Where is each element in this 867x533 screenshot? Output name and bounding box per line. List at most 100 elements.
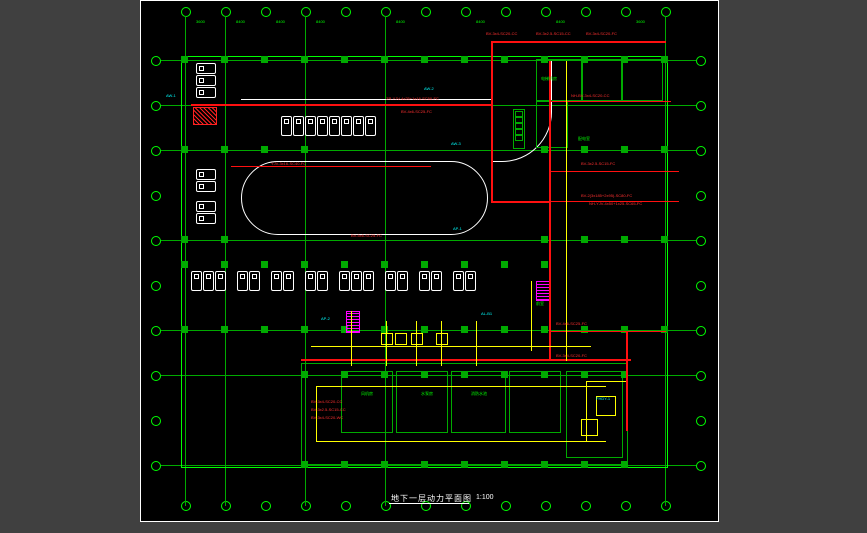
parking-stall — [419, 271, 430, 291]
column — [421, 261, 428, 268]
column — [661, 146, 668, 153]
grid-bubble — [696, 326, 706, 336]
electrical-panel — [193, 107, 217, 125]
grid-bubble — [501, 501, 511, 511]
parking-stall — [196, 201, 216, 212]
circuit-tag: BV-3x4-SC20-FC — [586, 31, 617, 36]
grid-bubble — [421, 7, 431, 17]
grid-bubble — [341, 7, 351, 17]
cad-drawing-frame[interactable]: BV-3x4-SC20-CC BV-3x2.5-SC15-CC BV-3x4-S… — [140, 0, 719, 522]
room — [536, 101, 568, 148]
grid-bubble — [661, 7, 671, 17]
column — [381, 261, 388, 268]
column — [581, 146, 588, 153]
panel-tag: AW-2 — [424, 86, 434, 91]
grid-bubble — [151, 416, 161, 426]
power-circuit — [549, 61, 551, 361]
parking-stall — [351, 271, 362, 291]
column — [541, 236, 548, 243]
grid-bubble — [151, 371, 161, 381]
column — [181, 326, 188, 333]
drive-edge — [241, 59, 491, 100]
column — [221, 236, 228, 243]
low-voltage-circuit — [476, 321, 477, 366]
circuit-tag: BV-3x4-SC20-FC — [556, 353, 587, 358]
column — [261, 326, 268, 333]
grid-bubble — [151, 236, 161, 246]
column — [621, 236, 628, 243]
grid-bubble — [621, 7, 631, 17]
column — [461, 261, 468, 268]
circuit-tag: BV-3x4-SC20-CC — [486, 31, 517, 36]
grid-bubble — [261, 7, 271, 17]
column — [221, 326, 228, 333]
room-label: 电梯机房 — [541, 76, 557, 82]
dimension: 8400 — [236, 19, 245, 24]
parking-stall — [329, 116, 340, 136]
grid-bubble — [461, 7, 471, 17]
room — [396, 371, 448, 433]
equipment-box — [381, 333, 393, 345]
grid-bubble — [541, 501, 551, 511]
power-circuit — [191, 104, 491, 106]
grid-bubble — [181, 501, 191, 511]
column — [661, 236, 668, 243]
power-circuit — [491, 41, 493, 201]
low-voltage-circuit — [316, 386, 317, 441]
column — [541, 326, 548, 333]
equipment-box — [436, 333, 448, 345]
circuit-tag: BV-5x6-SC25-FC — [351, 233, 382, 238]
grid-bubble — [501, 7, 511, 17]
grid-bubble — [151, 146, 161, 156]
equipment-box — [411, 333, 423, 345]
circuit-tag: BV-3x2.5-SC15-FC — [581, 161, 615, 166]
circuit-tag: BV-2(3x185+2x95)-SC80-FC — [581, 193, 632, 198]
column — [421, 326, 428, 333]
grid-bubble — [696, 461, 706, 471]
column — [301, 146, 308, 153]
panel-tag: FHDY-1 — [596, 396, 610, 401]
power-circuit — [626, 331, 628, 431]
stair-icon — [346, 311, 360, 333]
column — [261, 146, 268, 153]
room — [509, 371, 561, 433]
column — [181, 56, 188, 63]
column — [501, 326, 508, 333]
grid-bubble — [181, 7, 191, 17]
circuit-tag: ZR-YJV-4x25+1x16-SC50-FC — [386, 96, 439, 101]
dimension: 8400 — [556, 19, 565, 24]
grid-bubble — [221, 501, 231, 511]
parking-stall — [353, 116, 364, 136]
parking-stall — [196, 213, 216, 224]
drawing-scale: 1:100 — [476, 494, 494, 501]
parking-stall — [283, 271, 294, 291]
grid-bubble — [341, 501, 351, 511]
room — [341, 371, 393, 433]
low-voltage-circuit — [316, 386, 606, 387]
grid-bubble — [541, 7, 551, 17]
parking-stall — [305, 116, 316, 136]
circuit-tag: BV-4x6-SC25-FC — [401, 109, 432, 114]
circuit-tag: BV-3x4-SC20-WC — [311, 415, 343, 420]
grid-bubble — [261, 501, 271, 511]
parking-stall — [317, 271, 328, 291]
dimension: 3600 — [196, 19, 205, 24]
grid-bubble — [381, 7, 391, 17]
power-circuit — [551, 331, 666, 332]
column — [301, 261, 308, 268]
parking-stall — [281, 116, 292, 136]
power-circuit — [491, 201, 551, 203]
circuit-tag: BV-4x6-SC25-FC — [556, 321, 587, 326]
grid-bubble — [221, 7, 231, 17]
parking-stall — [341, 116, 352, 136]
parking-stall — [339, 271, 350, 291]
parking-stall — [397, 271, 408, 291]
grid-bubble — [661, 501, 671, 511]
circuit-tag: BV-3x2.5-SC15-CC — [536, 31, 571, 36]
power-circuit — [549, 171, 679, 172]
room — [451, 371, 506, 433]
room-label: 水泵房 — [421, 391, 433, 397]
grid-bubble — [696, 281, 706, 291]
grid-bubble — [581, 7, 591, 17]
grid-bubble — [696, 371, 706, 381]
